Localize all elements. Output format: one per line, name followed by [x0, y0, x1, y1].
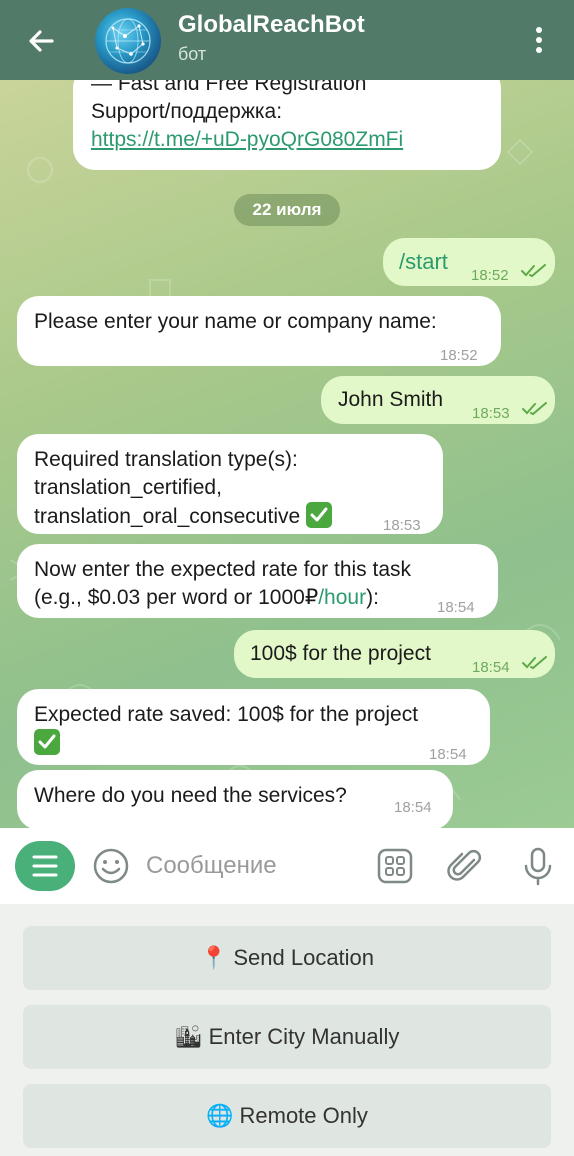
- message-line: Now enter the expected rate for this tas…: [34, 558, 412, 581]
- chat-area[interactable]: — Fast and Free Registration Support/под…: [0, 80, 574, 828]
- reply-keyboard: 📍 Send Location 🏙 Enter City Manually 🌐 …: [0, 904, 574, 1156]
- globe-icon: 🌐: [206, 1103, 234, 1128]
- date-separator: 22 июля: [234, 194, 340, 226]
- message-time: 18:54: [437, 599, 475, 616]
- more-options-icon[interactable]: [530, 24, 548, 56]
- chat-subtitle: бот: [178, 44, 207, 64]
- message-input[interactable]: Сообщение: [146, 852, 277, 880]
- message-time: 18:53: [383, 517, 421, 534]
- microphone-icon[interactable]: [518, 846, 558, 886]
- read-ticks-icon: [522, 656, 547, 670]
- message-time: 18:52: [471, 267, 509, 284]
- message-line: Required translation type(s):: [34, 448, 298, 471]
- checkmark-icon: [306, 502, 333, 528]
- command-text[interactable]: /start: [399, 249, 448, 274]
- message-bot-registration-partial[interactable]: — Fast and Free Registration Support/под…: [73, 80, 501, 170]
- command-text[interactable]: /hour: [318, 586, 366, 609]
- message-time: 18:52: [440, 347, 478, 364]
- emoji-icon[interactable]: [91, 846, 131, 886]
- message-time: 18:54: [394, 799, 432, 816]
- globe-network-icon: [105, 18, 151, 64]
- message-bot-rate-saved[interactable]: Expected rate saved: 100$ for the projec…: [17, 689, 490, 765]
- button-label: Send Location: [233, 945, 375, 970]
- button-label: Enter City Manually: [208, 1024, 400, 1049]
- message-user-name[interactable]: John Smith 18:53: [321, 376, 555, 424]
- message-text: Where do you need the services?: [34, 784, 347, 807]
- message-text: John Smith: [338, 388, 444, 411]
- message-line: Support/поддержка:: [91, 100, 283, 123]
- message-bot-rate-prompt[interactable]: Now enter the expected rate for this tas…: [17, 544, 498, 618]
- message-line: translation_oral_consecutive: [34, 505, 301, 528]
- enter-city-button[interactable]: 🏙 Enter City Manually: [23, 1005, 551, 1069]
- send-location-button[interactable]: 📍 Send Location: [23, 926, 551, 990]
- message-user-rate[interactable]: 100$ for the project 18:54: [234, 630, 555, 678]
- back-arrow-icon[interactable]: [24, 24, 58, 58]
- hamburger-icon: [32, 855, 58, 877]
- message-line: translation_certified,: [34, 476, 222, 499]
- message-text: 100$ for the project: [250, 642, 431, 665]
- support-link[interactable]: https://t.me/+uD-pyoQrG080ZmFi: [91, 126, 483, 154]
- remote-only-button[interactable]: 🌐 Remote Only: [23, 1084, 551, 1148]
- message-text: Please enter your name or company name:: [34, 310, 437, 333]
- pin-icon: 📍: [199, 945, 228, 970]
- button-label: Remote Only: [239, 1103, 368, 1128]
- message-time: 18:53: [472, 405, 510, 422]
- message-bot-location-prompt[interactable]: Where do you need the services? 18:54: [17, 770, 453, 828]
- message-input-bar: Сообщение: [0, 828, 574, 904]
- message-bot-name-prompt[interactable]: Please enter your name or company name: …: [17, 296, 501, 366]
- read-ticks-icon: [521, 264, 546, 278]
- attach-icon[interactable]: [446, 846, 486, 886]
- bot-menu-button[interactable]: [15, 841, 75, 891]
- message-time: 18:54: [429, 746, 467, 763]
- message-bot-translation-types[interactable]: Required translation type(s): translatio…: [17, 434, 443, 534]
- message-line: ):: [366, 586, 379, 609]
- message-line: — Fast and Free Registration: [91, 80, 367, 95]
- checkmark-icon: [34, 729, 60, 755]
- message-user-start[interactable]: /start 18:52: [383, 238, 555, 286]
- bot-avatar[interactable]: [95, 8, 161, 74]
- message-text: Expected rate saved: 100$ for the projec…: [34, 703, 419, 726]
- message-time: 18:54: [472, 659, 510, 676]
- chat-title[interactable]: GlobalReachBot: [178, 11, 365, 39]
- read-ticks-icon: [522, 402, 547, 416]
- city-icon: 🏙: [174, 1024, 203, 1049]
- chat-header: GlobalReachBot бот: [0, 0, 574, 80]
- bot-keyboard-icon[interactable]: [375, 846, 415, 886]
- message-line: (e.g., $0.03 per word or 1000₽: [34, 586, 319, 609]
